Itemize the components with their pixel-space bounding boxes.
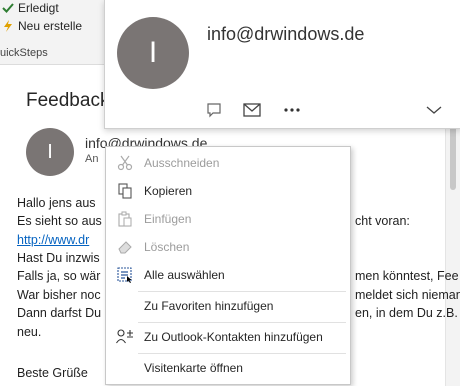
recipient-prefix: An bbox=[85, 153, 99, 165]
more-icon[interactable] bbox=[281, 100, 303, 120]
body-line: Beste Grüße bbox=[17, 366, 88, 380]
contact-card: I info@drwindows.de bbox=[104, 0, 460, 129]
paste-icon bbox=[116, 210, 134, 228]
body-link[interactable]: http://www.dr bbox=[17, 233, 89, 247]
body-line: Es sieht so aus bbox=[17, 214, 102, 228]
menu-item-label: Ausschneiden bbox=[144, 156, 220, 170]
cut-icon bbox=[116, 154, 134, 172]
quicksteps-group-label: uickSteps bbox=[0, 47, 48, 59]
contact-card-email[interactable]: info@drwindows.de bbox=[207, 24, 364, 45]
done-button[interactable]: Erledigt bbox=[2, 0, 59, 17]
menu-item-label: Zu Favoriten hinzufügen bbox=[144, 299, 274, 313]
sender-avatar[interactable]: I bbox=[26, 128, 74, 176]
sender-avatar-initial: I bbox=[47, 140, 53, 163]
menu-item-open-contact-card[interactable]: Visitenkarte öffnen bbox=[106, 355, 350, 381]
menu-separator bbox=[138, 322, 346, 323]
contact-card-avatar-initial: I bbox=[148, 36, 158, 69]
ribbon: Erledigt Neu erstelle uickSteps bbox=[0, 0, 110, 65]
message-subject: Feedback bbox=[26, 90, 110, 111]
body-line: War bisher noc bbox=[17, 288, 101, 302]
checkmark-icon bbox=[2, 2, 14, 14]
menu-item-add-outlook-contacts[interactable]: Zu Outlook-Kontakten hinzufügen bbox=[106, 324, 350, 350]
new-label: Neu erstelle bbox=[18, 19, 83, 33]
menu-separator bbox=[138, 353, 346, 354]
menu-item-label: Alle auswählen bbox=[144, 268, 225, 282]
select-all-icon bbox=[116, 266, 134, 284]
body-line: neu. bbox=[17, 325, 42, 339]
body-line: Dann darfst Du bbox=[17, 306, 102, 320]
erase-icon bbox=[116, 238, 134, 256]
body-line: Hallo jens aus bbox=[17, 196, 96, 210]
menu-item-paste[interactable]: Einfügen bbox=[106, 206, 350, 232]
menu-separator bbox=[138, 291, 346, 292]
lightning-icon bbox=[2, 20, 14, 32]
body-line-right: en, in dem Du z.B. e bbox=[355, 306, 460, 320]
menu-item-copy[interactable]: Kopieren bbox=[106, 178, 350, 204]
menu-item-add-favorites[interactable]: Zu Favoriten hinzufügen bbox=[106, 293, 350, 319]
menu-item-select-all[interactable]: Alle auswählen bbox=[106, 262, 350, 288]
menu-item-label: Kopieren bbox=[144, 184, 193, 198]
contact-card-avatar: I bbox=[117, 17, 189, 89]
chat-icon[interactable] bbox=[203, 100, 225, 120]
body-line-right: meldet sich nieman bbox=[355, 288, 460, 302]
done-label: Erledigt bbox=[18, 1, 59, 15]
menu-item-cut[interactable]: Ausschneiden bbox=[106, 150, 350, 176]
mail-icon[interactable] bbox=[241, 100, 263, 120]
menu-item-label: Einfügen bbox=[144, 212, 192, 226]
body-line-right: cht voran: bbox=[355, 214, 410, 228]
context-menu: Ausschneiden Kopieren Einfügen Löschen A… bbox=[105, 146, 351, 385]
new-button[interactable]: Neu erstelle bbox=[2, 17, 82, 35]
body-line-right: men könntest, Fee bbox=[355, 269, 459, 283]
menu-item-label: Zu Outlook-Kontakten hinzufügen bbox=[144, 330, 323, 344]
menu-item-label: Visitenkarte öffnen bbox=[144, 361, 243, 375]
menu-item-delete[interactable]: Löschen bbox=[106, 234, 350, 260]
body-line: Hast Du inzwis bbox=[17, 251, 100, 265]
body-line: Falls ja, so wär bbox=[17, 269, 101, 283]
menu-item-label: Löschen bbox=[144, 240, 190, 254]
chevron-down-icon[interactable] bbox=[423, 100, 445, 120]
copy-icon bbox=[116, 182, 134, 200]
add-contact-icon bbox=[116, 328, 134, 346]
